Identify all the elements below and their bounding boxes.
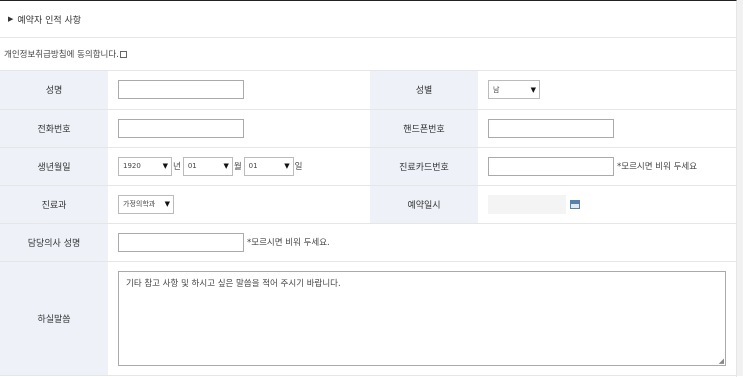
card-input[interactable] [488, 156, 614, 176]
dept-select-value: 가정의학과 [123, 200, 156, 208]
name-label: 성명 [0, 71, 108, 110]
resize-handle-icon[interactable]: ◢ [719, 357, 724, 365]
doctor-note: *모르시면 비워 두세요. [247, 238, 330, 248]
birth-month-value: 01 [187, 162, 197, 170]
dropdown-arrow-icon: ▼ [162, 162, 168, 170]
name-input[interactable] [118, 80, 244, 100]
phone-input[interactable] [118, 118, 244, 138]
doctor-input[interactable] [118, 232, 244, 252]
mobile-label: 핸드폰번호 [370, 109, 478, 148]
phone-label: 전화번호 [0, 109, 108, 148]
dept-label: 진료과 [0, 185, 108, 224]
date-input[interactable] [488, 194, 566, 214]
mobile-input[interactable] [488, 118, 614, 138]
section-title-text: 예약자 인적 사항 [17, 15, 82, 26]
gender-select[interactable]: 남 ▼ [488, 80, 540, 100]
card-note: *모르시면 비워 두세요 [617, 162, 698, 172]
day-unit: 일 [294, 162, 303, 172]
dropdown-arrow-icon: ▼ [284, 162, 290, 170]
reservation-form-table: 성명 성별 남 ▼ 전화번호 핸드폰번호 생년월일 1920 ▼ 년 01 ▼ … [0, 71, 736, 376]
dept-select[interactable]: 가정의학과 ▼ [118, 194, 174, 214]
consent-checkbox[interactable] [119, 50, 127, 58]
message-label: 하실말씀 [0, 261, 108, 376]
birth-day-value: 01 [248, 162, 258, 170]
birth-label: 생년월일 [0, 147, 108, 186]
form-row: 진료과 가정의학과 ▼ 예약일시 [0, 185, 736, 224]
dropdown-arrow-icon: ▼ [164, 200, 170, 208]
date-label: 예약일시 [370, 185, 478, 224]
gender-select-value: 남 [493, 85, 500, 94]
dropdown-arrow-icon: ▼ [530, 85, 536, 94]
form-row: 성명 성별 남 ▼ [0, 71, 736, 110]
form-row: 전화번호 핸드폰번호 [0, 109, 736, 148]
scrollbar[interactable] [737, 0, 743, 376]
birth-year-select[interactable]: 1920 ▼ [118, 156, 172, 176]
year-unit: 년 [173, 162, 181, 172]
message-placeholder: 기타 참고 사항 및 하시고 싶은 말씀을 적어 주시기 바랍니다. [126, 278, 341, 289]
birth-month-select[interactable]: 01 ▼ [182, 156, 233, 176]
month-unit: 월 [233, 162, 242, 172]
birth-year-value: 1920 [123, 162, 141, 170]
form-row: 생년월일 1920 ▼ 년 01 ▼ 월 01 ▼ 일 진료카드번호 *모르시면… [0, 147, 736, 186]
dropdown-arrow-icon: ▼ [223, 162, 229, 170]
triangle-right-icon: ▶ [8, 15, 14, 23]
privacy-consent: 개인정보취급방침에 동의합니다. [0, 38, 736, 71]
calendar-icon[interactable] [570, 199, 580, 209]
gender-label: 성별 [370, 71, 478, 110]
section-title: ▶ 예약자 인적 사항 [0, 1, 736, 38]
consent-label: 개인정보취급방침에 동의합니다. [4, 50, 119, 60]
card-label: 진료카드번호 [370, 147, 478, 186]
form-row: 하실말씀 기타 참고 사항 및 하시고 싶은 말씀을 적어 주시기 바랍니다. … [0, 261, 736, 376]
form-row: 담당의사 성명 *모르시면 비워 두세요. [0, 223, 736, 262]
birth-day-select[interactable]: 01 ▼ [243, 156, 294, 176]
message-textarea[interactable]: 기타 참고 사항 및 하시고 싶은 말씀을 적어 주시기 바랍니다. ◢ [118, 270, 726, 366]
doctor-label: 담당의사 성명 [0, 223, 108, 262]
